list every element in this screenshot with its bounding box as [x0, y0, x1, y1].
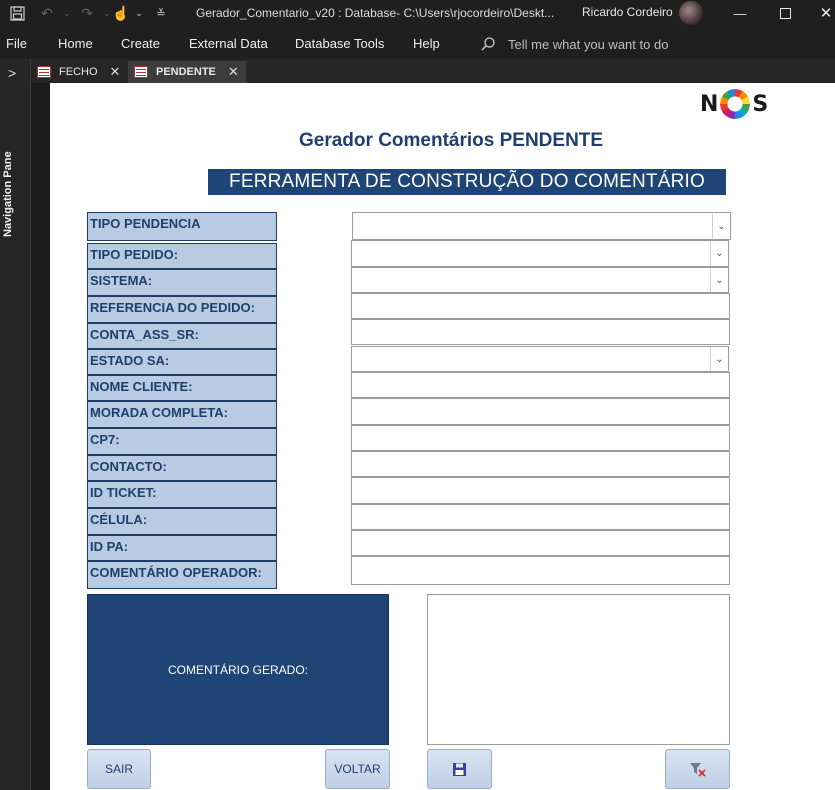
comentario-operador-input[interactable]: [351, 556, 730, 585]
label-contacto: CONTACTO:: [87, 455, 277, 481]
estado-sa-combo[interactable]: ⌄: [351, 346, 729, 372]
voltar-button[interactable]: VOLTAR: [325, 749, 390, 789]
sistema-combo[interactable]: ⌄: [351, 267, 729, 293]
menu-external-data[interactable]: External Data: [189, 36, 268, 51]
document-tabs: FECHO ✕ PENDENTE ✕: [31, 59, 835, 83]
form-icon: [37, 66, 51, 78]
label-comentario-operador: COMENTÁRIO OPERADOR:: [87, 561, 277, 589]
minimize-icon[interactable]: —: [726, 2, 754, 24]
chevron-down-icon[interactable]: ⌄: [712, 213, 730, 239]
comentario-gerado-label: COMENTÁRIO GERADO:: [87, 594, 389, 745]
form-icon: [134, 66, 148, 78]
contacto-input[interactable]: [351, 451, 730, 477]
label-morada-completa: MORADA COMPLETA:: [87, 401, 277, 428]
tipo-pedido-combo[interactable]: ⌄: [351, 240, 729, 267]
label-id-ticket: ID TICKET:: [87, 481, 277, 508]
label-id-pa: ID PA:: [87, 535, 277, 561]
undo-icon[interactable]: ↶: [36, 3, 58, 23]
tab-pendente[interactable]: PENDENTE ✕: [128, 61, 246, 83]
redo-icon[interactable]: ↷: [76, 3, 98, 23]
save-icon: [453, 762, 466, 776]
cp7-input[interactable]: [351, 425, 730, 451]
comentario-gerado-output[interactable]: [427, 594, 730, 745]
tipo-pendencia-combo[interactable]: ⌄: [352, 212, 731, 240]
morada-completa-input[interactable]: [351, 398, 730, 425]
search-icon: [481, 37, 495, 51]
celula-input[interactable]: [351, 504, 730, 530]
undo-dropdown-icon[interactable]: ⌄: [56, 3, 78, 23]
save-icon[interactable]: [6, 3, 28, 23]
title-bar: ↶ ⌄ ↷ ⌄ ☝ ⌄ ≚ Gerador_Comentario_v20 : D…: [0, 0, 835, 28]
menu-home[interactable]: Home: [58, 36, 93, 51]
menu-database-tools[interactable]: Database Tools: [295, 36, 384, 51]
user-name[interactable]: Ricardo Cordeiro: [582, 5, 673, 19]
label-sistema: SISTEMA:: [87, 269, 277, 296]
clear-filter-button[interactable]: [665, 749, 730, 789]
referencia-pedido-input[interactable]: [351, 293, 730, 319]
navigation-pane[interactable]: > Navigation Pane: [0, 59, 31, 790]
close-tab-icon[interactable]: ✕: [228, 64, 239, 80]
menu-help[interactable]: Help: [413, 36, 440, 51]
document-title: Gerador_Comentario_v20 : Database- C:\Us…: [196, 6, 555, 20]
conta-ass-sr-input[interactable]: [351, 319, 730, 345]
save-button[interactable]: [427, 749, 492, 789]
customize-toolbar-icon[interactable]: ≚: [150, 3, 172, 23]
label-nome-cliente: NOME CLIENTE:: [87, 375, 277, 401]
sair-button[interactable]: SAIR: [87, 749, 151, 789]
label-referencia-pedido: REFERENCIA DO PEDIDO:: [87, 296, 277, 323]
menu-file[interactable]: File: [6, 36, 27, 51]
nos-logo: N S: [700, 88, 768, 120]
record-selector-bar: [31, 83, 50, 790]
navigation-pane-label[interactable]: Navigation Pane: [2, 151, 14, 237]
avatar[interactable]: [679, 1, 703, 25]
maximize-icon[interactable]: [771, 2, 799, 24]
ribbon-tabs: File Home Create External Data Database …: [0, 28, 835, 59]
id-pa-input[interactable]: [351, 530, 730, 556]
tab-label: FECHO: [59, 66, 98, 78]
logo-ring-icon: [720, 89, 751, 119]
label-cp7: CP7:: [87, 428, 277, 455]
label-celula: CÉLULA:: [87, 508, 277, 535]
menu-create[interactable]: Create: [121, 36, 160, 51]
close-icon[interactable]: ✕: [812, 2, 835, 24]
tab-label: PENDENTE: [156, 66, 216, 78]
chevron-down-icon[interactable]: ⌄: [710, 241, 728, 266]
chevron-right-icon[interactable]: >: [8, 65, 16, 81]
tab-fecho[interactable]: FECHO ✕: [31, 61, 128, 83]
tell-me-placeholder: Tell me what you want to do: [508, 36, 669, 52]
page-title: Gerador Comentários PENDENTE: [299, 130, 604, 151]
clear-filter-icon: [689, 763, 706, 777]
section-banner: FERRAMENTA DE CONSTRUÇÃO DO COMENTÁRIO: [208, 169, 726, 195]
chevron-down-icon[interactable]: ⌄: [710, 347, 728, 371]
touch-dropdown-icon[interactable]: ⌄: [128, 3, 150, 23]
nome-cliente-input[interactable]: [351, 372, 730, 398]
label-tipo-pedido: TIPO PEDIDO:: [87, 243, 277, 269]
access-window: ↶ ⌄ ↷ ⌄ ☝ ⌄ ≚ Gerador_Comentario_v20 : D…: [0, 0, 835, 790]
close-tab-icon[interactable]: ✕: [110, 64, 121, 80]
chevron-down-icon[interactable]: ⌄: [710, 268, 728, 292]
label-conta-ass-sr: CONTA_ASS_SR:: [87, 323, 277, 349]
label-tipo-pendencia: TIPO PENDENCIA: [87, 212, 277, 241]
label-estado-sa: ESTADO SA:: [87, 349, 277, 375]
id-ticket-input[interactable]: [351, 477, 730, 504]
tell-me-search[interactable]: Tell me what you want to do: [480, 34, 668, 54]
